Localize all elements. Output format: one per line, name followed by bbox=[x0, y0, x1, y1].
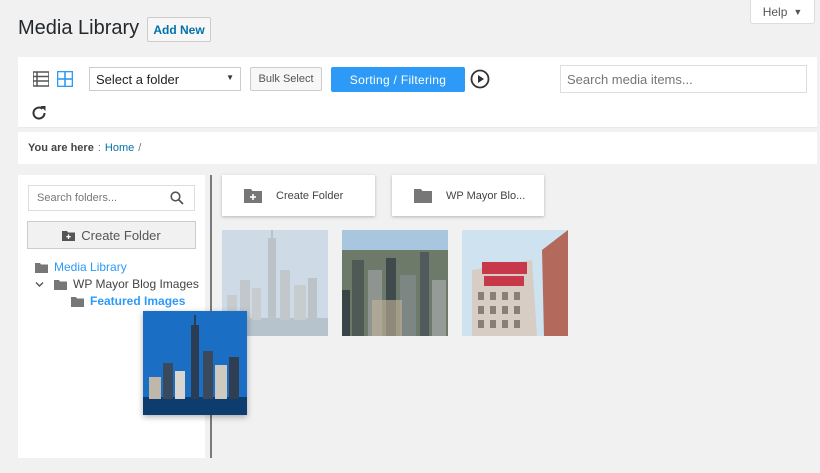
folder-select[interactable]: Select a folder ▼ bbox=[89, 67, 241, 91]
tree-item-wp-mayor-blog-images[interactable]: WP Mayor Blog Images bbox=[35, 277, 199, 291]
folder-icon bbox=[35, 262, 48, 273]
dragged-media-thumbnail[interactable] bbox=[143, 311, 247, 415]
caret-down-icon: ▼ bbox=[793, 6, 803, 17]
breadcrumb-trail-separator: / bbox=[138, 142, 142, 154]
list-view-icon[interactable] bbox=[33, 71, 49, 87]
wp-mayor-folder-card[interactable]: WP Mayor Blo... bbox=[392, 175, 544, 216]
add-new-button[interactable]: Add New bbox=[147, 17, 211, 42]
tree-item-label: WP Mayor Blog Images bbox=[73, 277, 199, 291]
refresh-icon[interactable] bbox=[30, 104, 48, 122]
search-media-input[interactable] bbox=[560, 65, 807, 93]
play-icon[interactable] bbox=[470, 69, 490, 89]
breadcrumb-home-link[interactable]: Home bbox=[105, 142, 134, 154]
folder-search-input[interactable]: Search folders... bbox=[28, 185, 195, 211]
folder-icon bbox=[71, 296, 84, 307]
media-toolbar: Select a folder ▼ Bulk Select Sorting / … bbox=[18, 57, 817, 127]
folder-card-label: Create Folder bbox=[276, 189, 344, 202]
create-folder-button[interactable]: Create Folder bbox=[27, 221, 196, 249]
dropdown-arrow-icon: ▼ bbox=[226, 73, 234, 82]
folder-plus-icon bbox=[62, 230, 76, 241]
breadcrumb: You are here : Home / bbox=[18, 132, 817, 164]
bulk-select-button[interactable]: Bulk Select bbox=[250, 67, 322, 91]
search-icon[interactable] bbox=[170, 191, 184, 205]
media-thumbnail[interactable] bbox=[462, 230, 568, 336]
breadcrumb-label: You are here bbox=[28, 142, 94, 154]
breadcrumb-separator: : bbox=[97, 142, 101, 154]
folder-plus-icon bbox=[244, 189, 262, 203]
chevron-down-icon[interactable] bbox=[35, 280, 44, 289]
help-label: Help bbox=[762, 4, 788, 19]
folder-icon bbox=[54, 279, 67, 290]
sorting-filtering-button[interactable]: Sorting / Filtering bbox=[331, 67, 465, 92]
tree-item-label: Featured Images bbox=[90, 294, 186, 308]
folder-icon bbox=[414, 189, 432, 203]
tree-item-media-library[interactable]: Media Library bbox=[35, 260, 127, 274]
grid-view-icon[interactable] bbox=[57, 71, 73, 87]
create-folder-label: Create Folder bbox=[81, 227, 161, 243]
tree-item-featured-images[interactable]: Featured Images bbox=[71, 294, 185, 308]
page-title: Media Library bbox=[18, 17, 140, 39]
media-thumbnail[interactable] bbox=[342, 230, 448, 336]
tree-item-label: Media Library bbox=[54, 260, 127, 274]
help-tab[interactable]: Help ▼ bbox=[750, 0, 815, 24]
folder-select-value: Select a folder bbox=[96, 71, 180, 87]
folder-search-placeholder: Search folders... bbox=[37, 192, 118, 204]
folder-card-label: WP Mayor Blo... bbox=[446, 189, 526, 202]
create-folder-card[interactable]: Create Folder bbox=[222, 175, 375, 216]
